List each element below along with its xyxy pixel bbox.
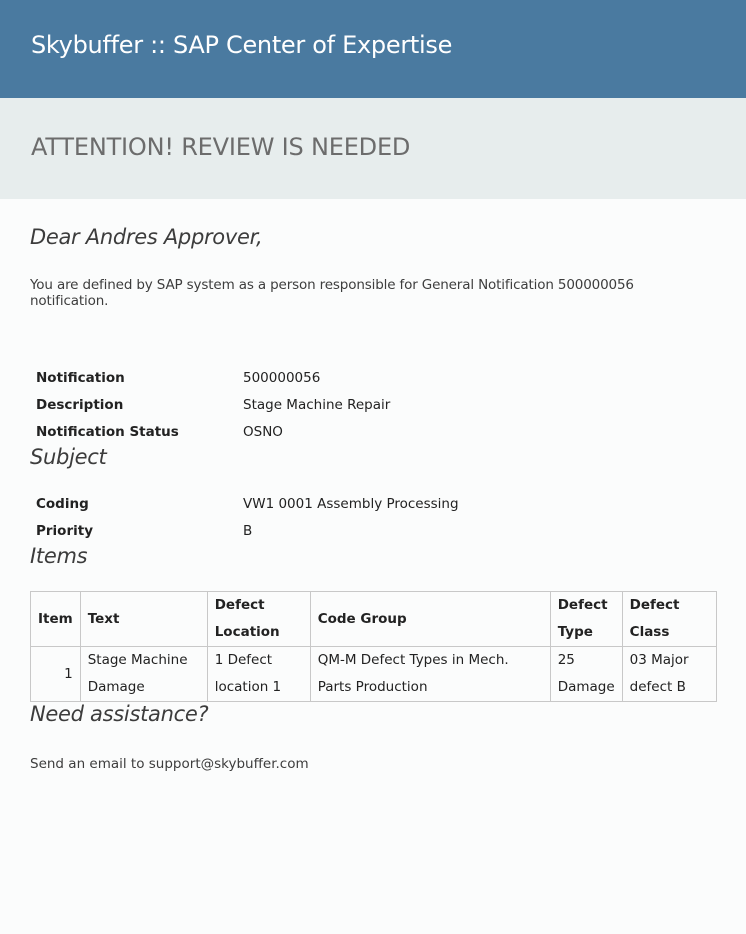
- items-table: Item Text Defect Location Code Group Def…: [30, 591, 718, 702]
- detail-row: Description Stage Machine Repair: [30, 391, 396, 418]
- detail-label: Priority: [36, 522, 93, 539]
- detail-row: Notification Status OSNO: [30, 418, 396, 445]
- table-header-row: Item Text Defect Location Code Group Def…: [30, 591, 718, 647]
- assistance-heading: Need assistance?: [30, 702, 209, 726]
- email-header: Skybuffer :: SAP Center of Expertise: [0, 0, 746, 98]
- notification-details-table: Notification 500000056 Description Stage…: [30, 364, 396, 445]
- subject-details-table: Coding VW1 0001 Assembly Processing Prio…: [30, 490, 465, 544]
- header-title: Skybuffer :: SAP Center of Expertise: [31, 31, 453, 59]
- cell-defect-type: 25 Damage: [549, 646, 623, 702]
- column-header-code-group: Code Group: [309, 591, 551, 647]
- column-header-defect-type: Defect Type: [549, 591, 623, 647]
- detail-value: OSNO: [243, 423, 283, 440]
- cell-text: Stage Machine Damage: [79, 646, 208, 702]
- cell-code-group: QM-M Defect Types in Mech. Parts Product…: [309, 646, 551, 702]
- intro-text: You are defined by SAP system as a perso…: [30, 277, 634, 309]
- cell-item: 1: [30, 646, 81, 702]
- detail-row: Coding VW1 0001 Assembly Processing: [30, 490, 465, 517]
- table-row: 1 Stage Machine Damage 1 Defect location…: [30, 646, 718, 702]
- column-header-item: Item: [30, 591, 81, 647]
- cell-defect-class: 03 Major defect B: [621, 646, 718, 702]
- items-heading: Items: [30, 544, 88, 568]
- column-header-text: Text: [79, 591, 208, 647]
- greeting: Dear Andres Approver,: [30, 225, 263, 249]
- detail-label: Description: [36, 396, 124, 413]
- detail-value: B: [243, 522, 253, 539]
- detail-label: Notification: [36, 369, 125, 386]
- column-header-defect-class: Defect Class: [621, 591, 718, 647]
- detail-label: Coding: [36, 495, 89, 512]
- column-header-defect-location: Defect Location: [206, 591, 311, 647]
- detail-value: VW1 0001 Assembly Processing: [243, 495, 459, 512]
- cell-defect-location: 1 Defect location 1: [206, 646, 311, 702]
- detail-row: Notification 500000056: [30, 364, 396, 391]
- attention-banner: ATTENTION! REVIEW IS NEEDED: [0, 98, 746, 199]
- detail-row: Priority B: [30, 517, 465, 544]
- banner-text: ATTENTION! REVIEW IS NEEDED: [31, 133, 411, 161]
- assistance-text: Send an email to support@skybuffer.com: [30, 756, 309, 772]
- subject-heading: Subject: [30, 445, 107, 469]
- detail-value: Stage Machine Repair: [243, 396, 391, 413]
- detail-value: 500000056: [243, 369, 321, 386]
- email-body: Dear Andres Approver, You are defined by…: [0, 199, 746, 772]
- detail-label: Notification Status: [36, 423, 179, 440]
